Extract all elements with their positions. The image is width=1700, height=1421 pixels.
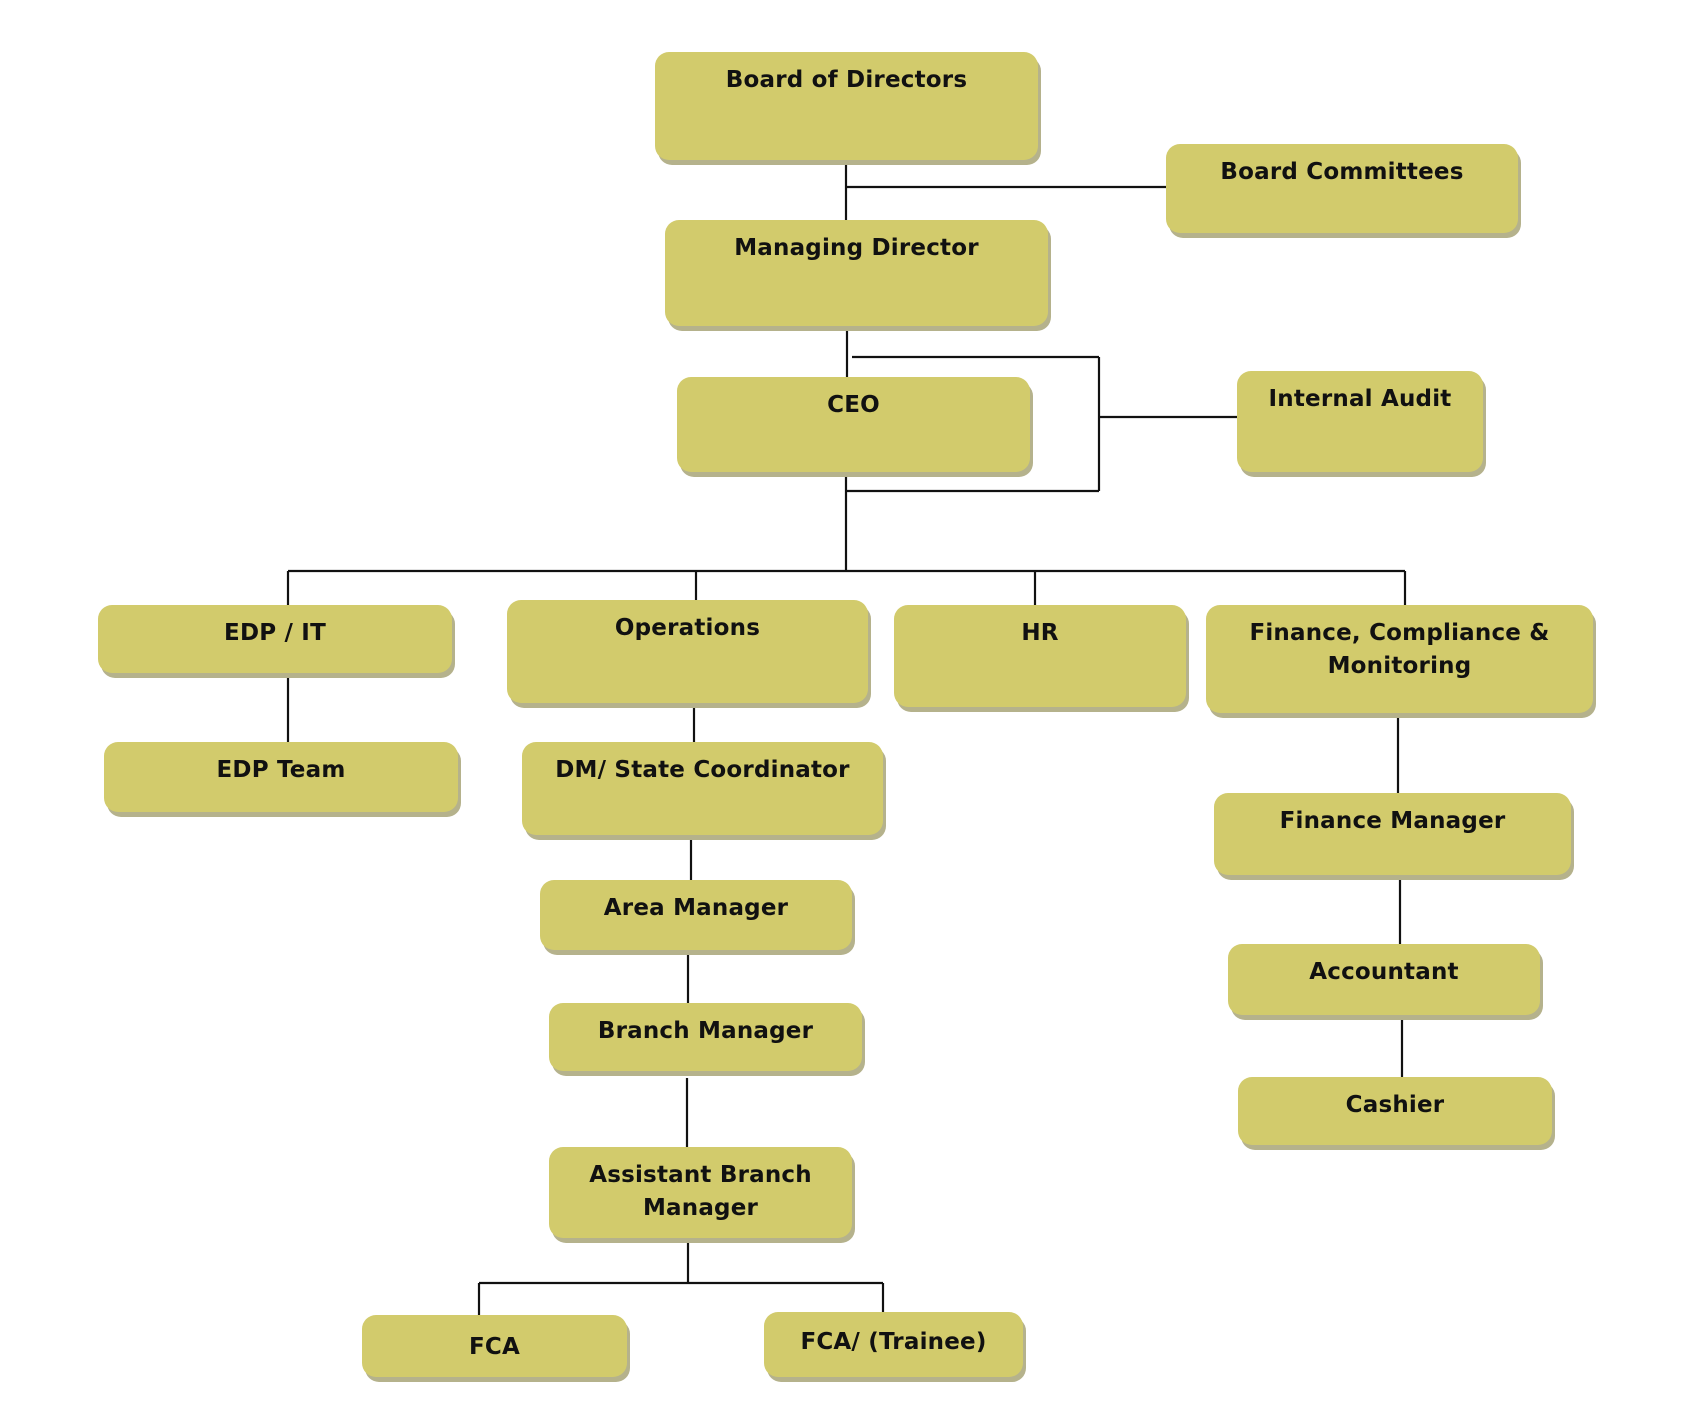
node-ceo[interactable]: CEO <box>677 377 1030 472</box>
node-accountant[interactable]: Accountant <box>1228 944 1540 1015</box>
node-edp-it[interactable]: EDP / IT <box>98 605 452 673</box>
node-branch-manager[interactable]: Branch Manager <box>549 1003 862 1071</box>
node-label: Board of Directors <box>725 67 968 93</box>
node-edp-team[interactable]: EDP Team <box>104 742 458 812</box>
node-fca[interactable]: FCA <box>362 1315 627 1377</box>
node-label: Operations <box>614 615 761 641</box>
node-label: EDP Team <box>216 757 346 783</box>
node-label: Board Committees <box>1220 159 1464 185</box>
org-chart: Board of Directors Board Committees Mana… <box>0 0 1700 1421</box>
node-label: Finance, Compliance & Monitoring <box>1249 620 1550 679</box>
node-label: Area Manager <box>603 895 789 921</box>
node-managing-director[interactable]: Managing Director <box>665 220 1048 326</box>
node-label: Accountant <box>1309 959 1459 985</box>
node-finance-compliance-monitoring[interactable]: Finance, Compliance & Monitoring <box>1206 605 1593 713</box>
node-dm-state-coordinator[interactable]: DM/ State Coordinator <box>522 742 883 835</box>
node-label: Managing Director <box>734 235 979 261</box>
node-board-of-directors[interactable]: Board of Directors <box>655 52 1038 160</box>
node-hr[interactable]: HR <box>894 605 1186 707</box>
node-operations[interactable]: Operations <box>507 600 868 703</box>
node-label: EDP / IT <box>224 620 326 646</box>
node-label: FCA <box>469 1334 520 1360</box>
node-label: Finance Manager <box>1279 808 1506 834</box>
node-label: Branch Manager <box>597 1018 814 1044</box>
node-finance-manager[interactable]: Finance Manager <box>1214 793 1571 875</box>
node-label: Cashier <box>1345 1092 1445 1118</box>
node-assistant-branch-manager[interactable]: Assistant Branch Manager <box>549 1147 852 1238</box>
node-fca-trainee[interactable]: FCA/ (Trainee) <box>764 1312 1023 1377</box>
node-label: FCA/ (Trainee) <box>800 1329 987 1355</box>
node-cashier[interactable]: Cashier <box>1238 1077 1552 1145</box>
node-label: Assistant Branch Manager <box>589 1162 812 1221</box>
node-label: Internal Audit <box>1268 386 1452 412</box>
node-board-committees[interactable]: Board Committees <box>1166 144 1518 233</box>
node-label: HR <box>1021 620 1059 646</box>
node-area-manager[interactable]: Area Manager <box>540 880 852 950</box>
node-label: DM/ State Coordinator <box>555 757 850 783</box>
node-internal-audit[interactable]: Internal Audit <box>1237 371 1483 472</box>
node-label: CEO <box>827 392 880 418</box>
